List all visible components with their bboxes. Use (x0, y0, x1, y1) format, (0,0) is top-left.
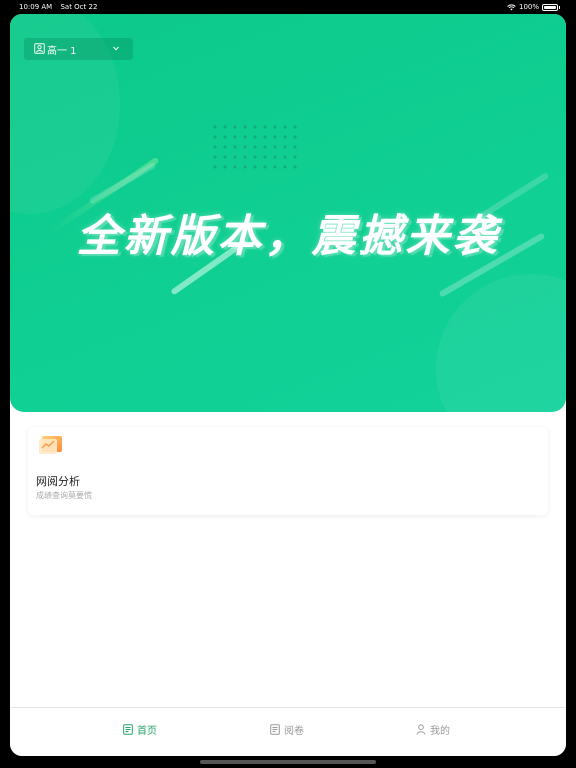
app-screen: 全新版本，震撼来袭 全新版本，震撼来袭 高一 1 网阅分析 成绩查询莫要慌 首页… (10, 14, 566, 756)
chevron-down-icon (113, 46, 119, 51)
decor-circle (436, 274, 566, 412)
decor-dot-grid (210, 122, 302, 170)
tab-mine-label: 我的 (430, 725, 450, 737)
tab-home[interactable]: 首页 (123, 721, 157, 737)
tab-review-label: 阅卷 (284, 725, 304, 737)
status-date: Sat Oct 22 (60, 3, 98, 11)
tab-mine[interactable]: 我的 (416, 721, 450, 737)
wifi-icon (507, 4, 516, 10)
tab-home-label: 首页 (137, 725, 157, 737)
document-icon (270, 723, 280, 735)
chart-icon (39, 436, 62, 454)
battery-icon (542, 3, 558, 11)
class-selector[interactable]: 高一 1 (24, 38, 133, 60)
feature-card-title: 网阅分析 (36, 475, 80, 488)
feature-card-subtitle: 成绩查询莫要慌 (36, 491, 92, 500)
tab-review[interactable]: 阅卷 (270, 721, 304, 737)
person-badge-icon (34, 43, 45, 54)
tab-bar: 首页 阅卷 我的 (10, 707, 566, 756)
status-bar: 10:09 AM Sat Oct 22 100% (0, 0, 576, 14)
home-icon (123, 723, 133, 735)
status-time: 10:09 AM (19, 3, 53, 11)
class-selector-label: 高一 1 (47, 45, 77, 57)
feature-card-analysis[interactable]: 网阅分析 成绩查询莫要慌 (28, 427, 548, 515)
home-indicator[interactable] (200, 760, 376, 764)
person-icon (416, 723, 426, 735)
battery-percent: 100% (518, 3, 539, 11)
hero-title: 全新版本，震撼来袭 (76, 211, 500, 262)
hero-banner: 全新版本，震撼来袭 全新版本，震撼来袭 高一 1 (10, 14, 566, 412)
